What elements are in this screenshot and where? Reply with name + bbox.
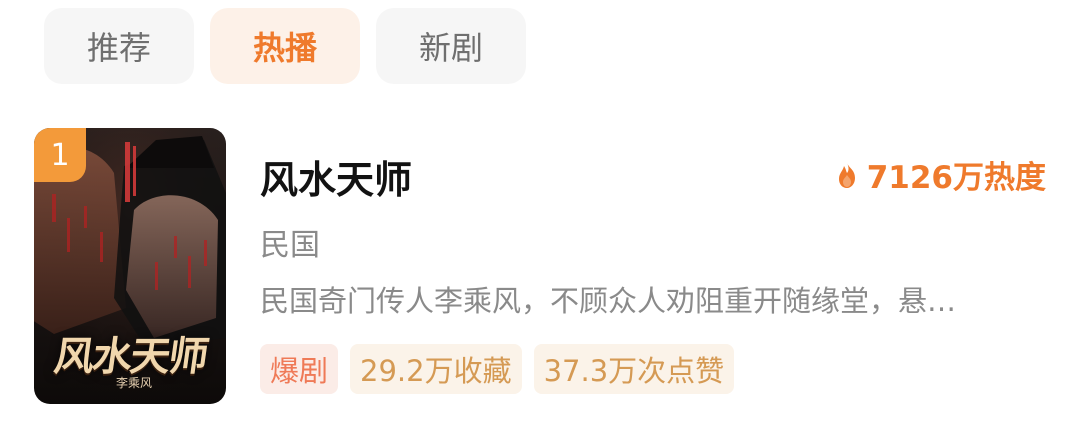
- drama-title[interactable]: 风水天师: [260, 149, 412, 204]
- poster-signature: 李乘风: [115, 376, 152, 390]
- tab-recommend[interactable]: 推荐: [44, 8, 194, 84]
- rank-badge: 1: [34, 128, 86, 182]
- flame-icon: [835, 161, 859, 189]
- tab-hot[interactable]: 热播: [210, 8, 360, 84]
- tag-likes: 37.3万次点赞: [533, 344, 735, 394]
- tab-new[interactable]: 新剧: [376, 8, 526, 84]
- heat-value: 7126万热度: [866, 160, 1046, 196]
- tag-favorites: 29.2万收藏: [350, 344, 522, 394]
- tag-list: 爆剧 29.2万收藏 37.3万次点赞: [260, 344, 735, 394]
- genre-label: 民国: [260, 228, 320, 263]
- tab-bar: 推荐 热播 新剧: [44, 8, 526, 84]
- heat-count: 7126万热度: [835, 152, 1046, 197]
- tag-hit: 爆剧: [260, 344, 339, 394]
- poster-image[interactable]: 1 风水天师 李乘风: [34, 128, 226, 404]
- description-text: 民国奇门传人李乘风，不顾众人劝阻重开随缘堂，悬…: [260, 284, 957, 318]
- drama-card[interactable]: 1 风水天师 李乘风 风水天师 7126万热度 民国 民国奇门传人李乘风，不顾众…: [34, 128, 1046, 408]
